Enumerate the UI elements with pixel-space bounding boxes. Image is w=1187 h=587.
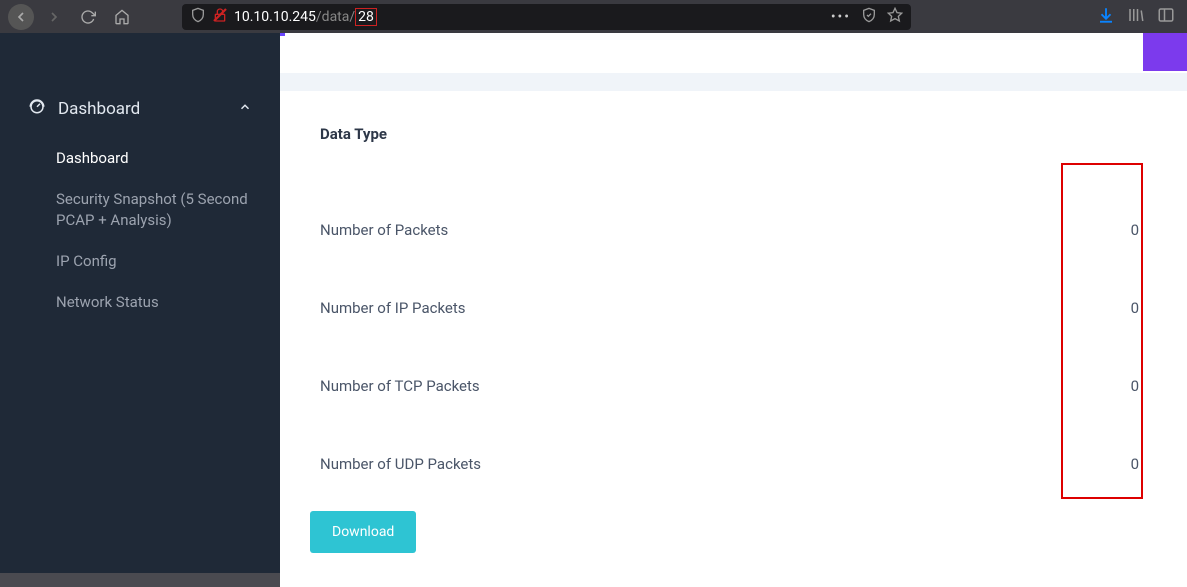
data-label: Number of TCP Packets <box>320 377 480 395</box>
sidebar-item[interactable]: IP Config <box>0 241 280 282</box>
data-value: 0 <box>1087 299 1147 317</box>
top-bar <box>280 33 1187 73</box>
reload-button[interactable] <box>74 3 102 31</box>
data-label: Number of Packets <box>320 221 448 239</box>
dashboard-icon <box>28 97 46 120</box>
library-icon[interactable] <box>1127 6 1145 28</box>
accent-bar <box>280 33 285 36</box>
sidebar-section-label: Dashboard <box>58 99 140 119</box>
chevron-up-icon <box>238 99 252 119</box>
forward-button[interactable] <box>40 3 68 31</box>
sidebar-section-dashboard[interactable]: Dashboard <box>0 83 280 134</box>
data-label: Number of UDP Packets <box>320 455 481 473</box>
reader-icon[interactable] <box>861 7 877 27</box>
more-icon[interactable]: ••• <box>831 9 851 25</box>
sidebar-item[interactable]: Security Snapshot (5 Second PCAP + Analy… <box>0 179 280 241</box>
home-button[interactable] <box>108 3 136 31</box>
sidebar: Dashboard DashboardSecurity Snapshot (5 … <box>0 33 280 573</box>
insecure-icon <box>212 7 228 27</box>
data-row: Number of IP Packets 0 <box>320 269 1147 347</box>
accent-block <box>1143 33 1187 71</box>
data-value: 0 <box>1087 221 1147 239</box>
data-panel: Data Type Number of Packets0Number of IP… <box>280 91 1187 587</box>
data-value: 0 <box>1087 377 1147 395</box>
url-text: 10.10.10.245/data/28 <box>234 9 377 25</box>
bookmark-star-icon[interactable] <box>887 7 903 27</box>
data-row: Number of TCP Packets 0 <box>320 347 1147 425</box>
downloads-icon[interactable] <box>1097 6 1115 28</box>
data-row: Number of Packets 0 <box>320 191 1147 269</box>
browser-toolbar: 10.10.10.245/data/28 ••• <box>0 0 1187 33</box>
sidebar-item[interactable]: Dashboard <box>0 138 280 179</box>
panel-title: Data Type <box>320 125 1147 143</box>
shield-icon <box>190 7 206 27</box>
toolbar-right <box>1097 6 1179 28</box>
data-value: 0 <box>1087 455 1147 473</box>
download-button[interactable]: Download <box>310 511 416 553</box>
sidebar-toggle-icon[interactable] <box>1157 6 1175 28</box>
content-area: Data Type Number of Packets0Number of IP… <box>280 33 1187 573</box>
url-bar[interactable]: 10.10.10.245/data/28 ••• <box>182 4 911 30</box>
data-row: Number of UDP Packets 0 <box>320 425 1147 503</box>
back-button[interactable] <box>8 4 34 30</box>
sidebar-item[interactable]: Network Status <box>0 282 280 323</box>
data-label: Number of IP Packets <box>320 299 466 317</box>
